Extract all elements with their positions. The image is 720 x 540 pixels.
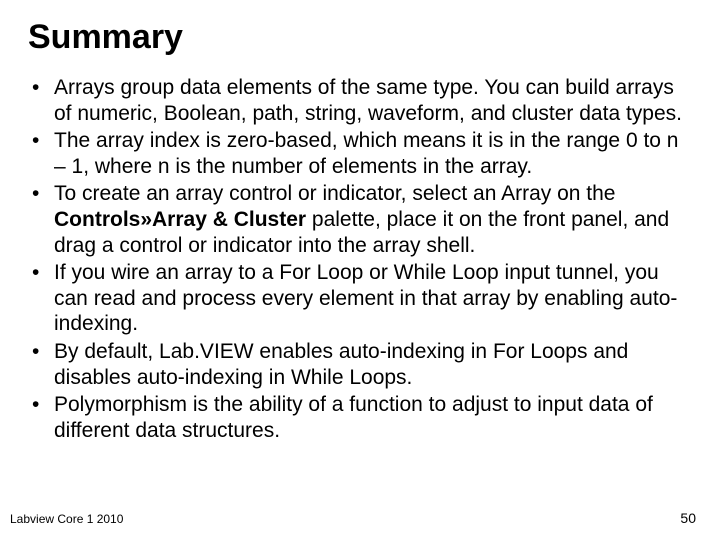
bullet-text: The array index is zero-based, which mea… <box>54 129 678 178</box>
bullet-text: By default, Lab.VIEW enables auto-indexi… <box>54 340 628 389</box>
bullet-text: Arrays group data elements of the same t… <box>54 76 682 125</box>
page-number: 50 <box>680 510 696 526</box>
bullet-text: If you wire an array to a For Loop or Wh… <box>54 261 677 335</box>
list-item: To create an array control or indicator,… <box>28 181 692 258</box>
page-title: Summary <box>28 18 692 57</box>
slide: Summary Arrays group data elements of th… <box>0 0 720 540</box>
list-item: If you wire an array to a For Loop or Wh… <box>28 260 692 337</box>
bullet-text: Polymorphism is the ability of a functio… <box>54 393 653 442</box>
footer-left: Labview Core 1 2010 <box>10 512 123 526</box>
list-item: Polymorphism is the ability of a functio… <box>28 392 692 443</box>
bullet-list: Arrays group data elements of the same t… <box>28 75 692 444</box>
bullet-bold: Controls»Array & Cluster <box>54 208 306 231</box>
list-item: Arrays group data elements of the same t… <box>28 75 692 126</box>
list-item: The array index is zero-based, which mea… <box>28 128 692 179</box>
bullet-text: To create an array control or indicator,… <box>54 182 615 205</box>
list-item: By default, Lab.VIEW enables auto-indexi… <box>28 339 692 390</box>
